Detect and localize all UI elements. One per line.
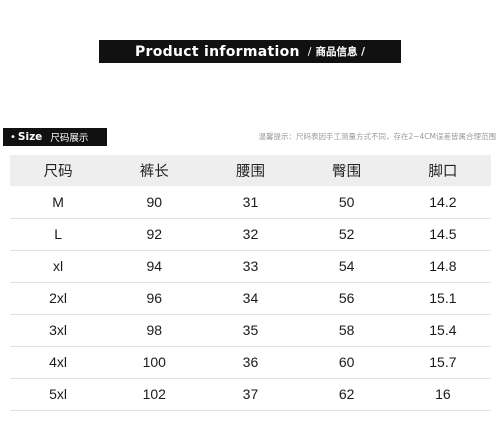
cell-leg-opening: 16 — [435, 386, 451, 402]
size-chart-table: 尺码 裤长 腰围 臀围 脚口 M 90 31 50 14.2 L 92 32 5… — [10, 155, 491, 411]
bullet-icon: • — [10, 131, 16, 143]
cell-size: 3xl — [49, 322, 68, 338]
banner-title-en: Product information — [134, 43, 300, 60]
cell-pants-length: 96 — [146, 290, 163, 306]
cell-waist: 33 — [242, 258, 259, 274]
table-row: 5xl 102 37 62 16 — [10, 378, 491, 410]
table-header-row: 尺码 裤长 腰围 臀围 脚口 — [10, 155, 491, 186]
table-row: xl 94 33 54 14.8 — [10, 250, 491, 282]
table-row: M 90 31 50 14.2 — [10, 186, 491, 218]
cell-leg-opening: 14.2 — [429, 193, 457, 210]
banner-separator: / — [307, 45, 312, 58]
cell-pants-length: 100 — [142, 354, 166, 370]
cell-waist: 37 — [242, 386, 259, 402]
cell-size: L — [54, 226, 62, 242]
cell-pants-length: 102 — [142, 386, 166, 402]
cell-size: 4xl — [49, 354, 68, 370]
cell-leg-opening: 15.4 — [429, 322, 457, 338]
size-label-en: Size — [17, 131, 43, 143]
cell-size: M — [52, 193, 64, 210]
cell-pants-length: 98 — [146, 322, 163, 338]
cell-leg-opening: 15.7 — [429, 354, 457, 370]
cell-waist: 31 — [242, 193, 259, 210]
table-row: 4xl 100 36 60 15.7 — [10, 346, 491, 378]
cell-hip: 54 — [338, 258, 355, 274]
table-row: 2xl 96 34 56 15.1 — [10, 282, 491, 314]
cell-hip: 50 — [338, 193, 355, 210]
size-label-cn: 尺码展示 — [50, 133, 89, 144]
header-size: 尺码 — [43, 164, 73, 180]
cell-pants-length: 94 — [146, 258, 163, 274]
banner-title-cn: 商品信息 / — [315, 46, 366, 58]
cell-hip: 58 — [338, 322, 355, 338]
cell-waist: 36 — [242, 354, 259, 370]
header-waist: 腰围 — [235, 164, 265, 180]
product-info-banner: Product information / 商品信息 / — [99, 40, 401, 63]
size-section-label: • Size 尺码展示 — [3, 128, 107, 146]
header-leg-opening: 脚口 — [428, 164, 458, 180]
cell-size: 2xl — [49, 290, 68, 306]
cell-hip: 52 — [338, 226, 355, 242]
table-row: L 92 32 52 14.5 — [10, 218, 491, 250]
cell-hip: 56 — [338, 290, 355, 306]
measurement-tip: 温馨提示：尺码表因手工测量方式不同，存在2~4CM误差皆属合理范围 — [258, 132, 496, 141]
cell-hip: 60 — [338, 354, 355, 370]
cell-leg-opening: 14.8 — [429, 258, 457, 274]
cell-leg-opening: 14.5 — [429, 226, 457, 242]
cell-waist: 34 — [242, 290, 259, 306]
cell-pants-length: 90 — [146, 193, 163, 210]
cell-pants-length: 92 — [146, 226, 163, 242]
header-pants-length: 裤长 — [139, 164, 169, 180]
table-row: 3xl 98 35 58 15.4 — [10, 314, 491, 346]
cell-size: 5xl — [49, 386, 68, 402]
cell-waist: 35 — [242, 322, 259, 338]
cell-waist: 32 — [242, 226, 259, 242]
cell-size: xl — [53, 258, 64, 274]
header-hip: 臀围 — [332, 164, 362, 180]
cell-leg-opening: 15.1 — [429, 290, 457, 306]
cell-hip: 62 — [338, 386, 355, 402]
